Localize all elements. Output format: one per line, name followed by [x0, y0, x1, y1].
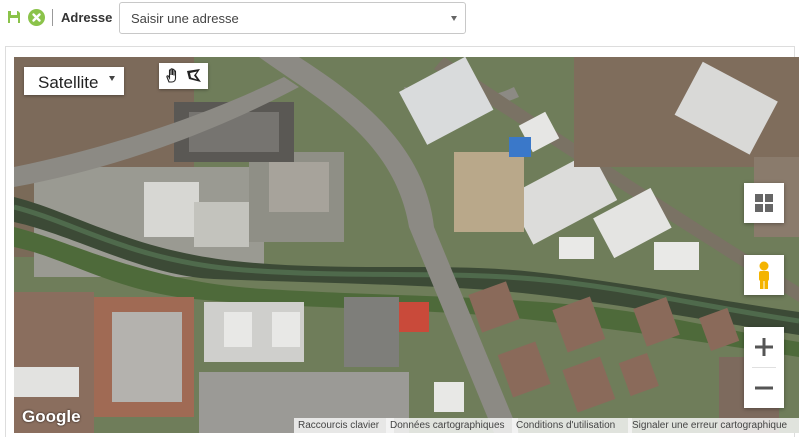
polygon-draw-icon[interactable] — [184, 66, 204, 86]
minus-icon — [755, 386, 773, 390]
satellite-imagery — [14, 57, 799, 433]
google-logo: Google — [22, 407, 81, 426]
zoom-out-button[interactable] — [744, 368, 784, 408]
chevron-down-icon — [109, 76, 115, 81]
save-icon[interactable] — [6, 9, 22, 25]
zoom-in-button[interactable] — [744, 327, 784, 367]
map-data-link[interactable]: Données cartographiques — [386, 418, 518, 433]
terms-of-use-link[interactable]: Conditions d'utilisation — [512, 418, 632, 433]
map-type-label: Satellite — [38, 73, 99, 92]
toolbar: Adresse Saisir une adresse — [0, 0, 799, 36]
toolbar-separator — [52, 9, 53, 26]
fullscreen-button[interactable] — [744, 183, 784, 223]
address-label: Adresse — [61, 10, 113, 25]
hand-icon[interactable] — [163, 66, 183, 86]
drawing-tools — [159, 63, 208, 89]
address-placeholder: Saisir une adresse — [131, 11, 239, 26]
satellite-map[interactable]: Satellite Google Raccourcis clavier Donn… — [14, 57, 799, 433]
report-map-error-link[interactable]: Signaler une erreur cartographique — [628, 418, 799, 433]
zoom-controls — [744, 327, 784, 408]
map-type-selector[interactable]: Satellite — [24, 67, 124, 95]
chevron-down-icon — [451, 16, 457, 21]
street-view-pegman[interactable] — [744, 255, 784, 295]
plus-icon — [755, 338, 773, 356]
grid-icon — [755, 194, 773, 212]
address-select[interactable]: Saisir une adresse — [119, 2, 466, 34]
keyboard-shortcuts-link[interactable]: Raccourcis clavier — [294, 418, 394, 433]
pegman-icon — [759, 261, 769, 289]
cancel-icon[interactable] — [28, 9, 45, 26]
